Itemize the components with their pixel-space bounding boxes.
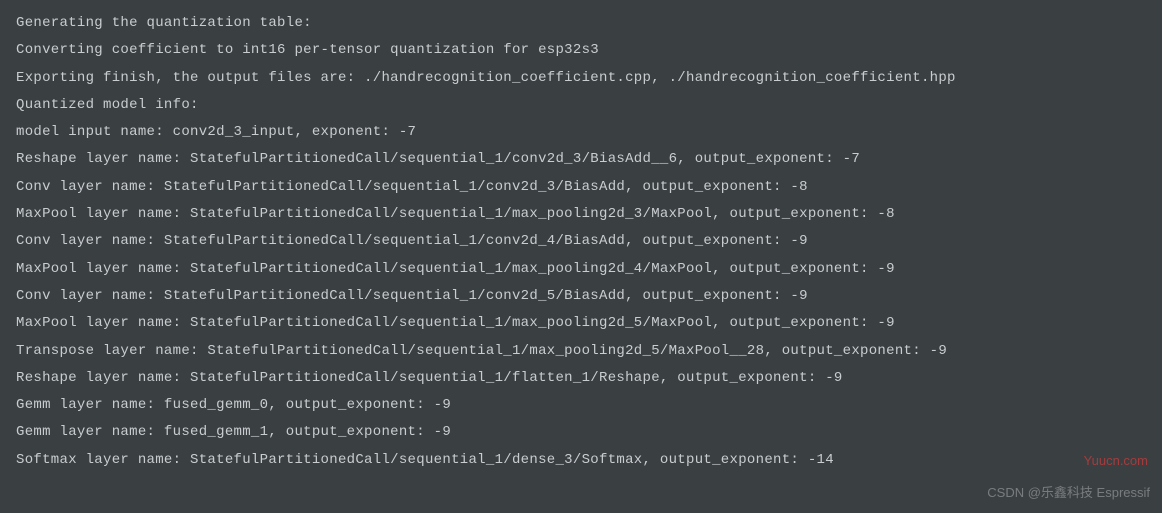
terminal-line: MaxPool layer name: StatefulPartitionedC… <box>16 201 1146 228</box>
terminal-line: model input name: conv2d_3_input, expone… <box>16 119 1146 146</box>
terminal-line: Conv layer name: StatefulPartitionedCall… <box>16 228 1146 255</box>
terminal-line: Reshape layer name: StatefulPartitionedC… <box>16 365 1146 392</box>
terminal-line: MaxPool layer name: StatefulPartitionedC… <box>16 310 1146 337</box>
terminal-line: Generating the quantization table: <box>16 10 1146 37</box>
terminal-line: Gemm layer name: fused_gemm_0, output_ex… <box>16 392 1146 419</box>
terminal-line: Reshape layer name: StatefulPartitionedC… <box>16 146 1146 173</box>
terminal-line: Gemm layer name: fused_gemm_1, output_ex… <box>16 419 1146 446</box>
watermark-csdn: CSDN @乐鑫科技 Espressif <box>987 480 1150 505</box>
terminal-line: Conv layer name: StatefulPartitionedCall… <box>16 174 1146 201</box>
terminal-output: Generating the quantization table: Conve… <box>16 10 1146 474</box>
terminal-line: Transpose layer name: StatefulPartitione… <box>16 338 1146 365</box>
terminal-line: Converting coefficient to int16 per-tens… <box>16 37 1146 64</box>
terminal-line: MaxPool layer name: StatefulPartitionedC… <box>16 256 1146 283</box>
terminal-line: Quantized model info: <box>16 92 1146 119</box>
terminal-line: Exporting finish, the output files are: … <box>16 65 1146 92</box>
terminal-line: Conv layer name: StatefulPartitionedCall… <box>16 283 1146 310</box>
terminal-line: Softmax layer name: StatefulPartitionedC… <box>16 447 1146 474</box>
